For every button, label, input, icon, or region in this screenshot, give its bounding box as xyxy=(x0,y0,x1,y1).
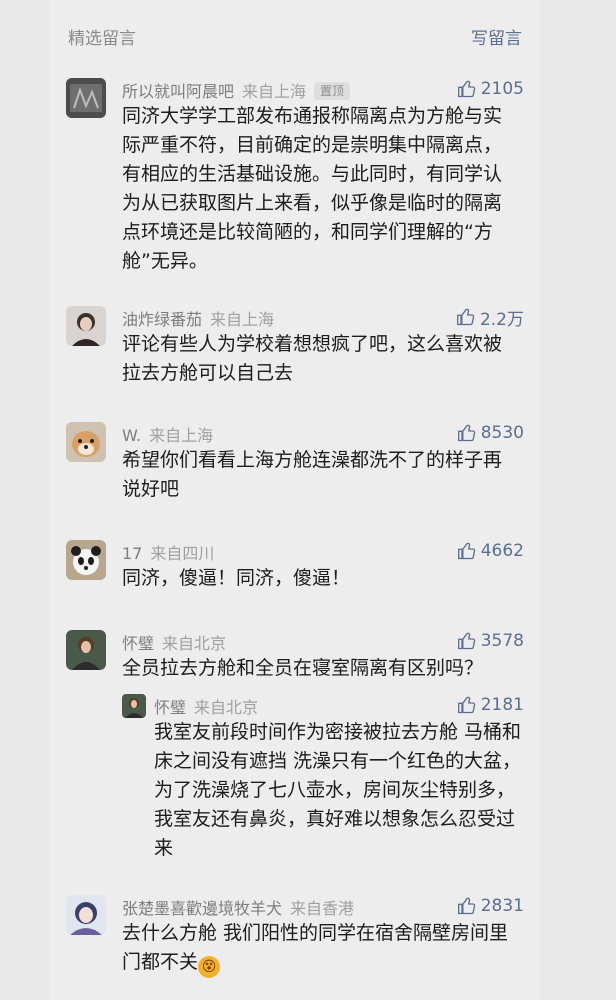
avatar[interactable] xyxy=(66,422,106,462)
person-avatar-icon xyxy=(122,694,146,718)
thumbs-up-icon xyxy=(457,424,475,442)
thumbs-up-icon xyxy=(457,80,475,98)
comment-author[interactable]: 怀璧 xyxy=(122,634,154,653)
comment-author[interactable]: 张楚墨喜歡邊境牧羊犬 xyxy=(122,899,282,918)
like-count: 2831 xyxy=(480,896,524,916)
comments-header: 精选留言 写留言 xyxy=(68,24,522,50)
avatar[interactable] xyxy=(66,630,106,670)
reply-author[interactable]: 怀璧 xyxy=(154,698,186,717)
comment-text: 去什么方舱 我们阳性的同学在宿舍隔壁房间里门都不关 😵 xyxy=(122,919,516,978)
anime-avatar-icon xyxy=(66,895,106,935)
dizzy-face-emoji-icon: 😵 xyxy=(198,956,221,978)
like-count: 2.2万 xyxy=(479,309,524,330)
like-button[interactable]: 3578 xyxy=(457,630,524,652)
comment-text: 评论有些人为学校着想想疯了吧，这么喜欢被拉去方舱可以自己去 xyxy=(122,333,503,384)
comment-text: 同济，傻逼！同济，傻逼！ xyxy=(122,567,351,589)
avatar-image-icon xyxy=(66,78,106,118)
thumbs-up-icon xyxy=(457,542,475,560)
panda-avatar-icon xyxy=(66,540,106,580)
comment-location: 来自香港 xyxy=(290,899,355,918)
like-count: 8530 xyxy=(480,423,524,443)
comment-location: 来自上海 xyxy=(242,82,307,101)
comment-item: 所以就叫阿晨吧 来自上海 置顶 2105 同济大学学工部发布通报称隔离点为方舱与实际… xyxy=(66,78,524,278)
comment-author[interactable]: 所以就叫阿晨吧 xyxy=(122,82,234,101)
comment-item: 油炸绿番茄 来自上海 2.2万 评论有些人为学校着想想疯了吧，这么喜欢被拉去方舱可… xyxy=(66,306,524,396)
like-button[interactable]: 2181 xyxy=(457,694,524,716)
featured-comments-title: 精选留言 xyxy=(68,29,136,49)
comment-item: 17 来自四川 4662 同济，傻逼！同济，傻逼！ xyxy=(66,540,524,600)
like-button[interactable]: 2.2万 xyxy=(456,306,524,330)
avatar[interactable] xyxy=(66,540,106,580)
avatar[interactable] xyxy=(122,694,146,718)
avatar[interactable] xyxy=(66,306,106,346)
reply-item: 怀璧 来自北京 2181 我室友前段时间作为密接被拉去方舱 马桶和床之间没有遮挡 … xyxy=(122,694,524,864)
comment-item: W. 来自上海 8530 希望你们看看上海方舱连澡都洗不了的样子再说好吧 xyxy=(66,422,524,512)
reply-location: 来自北京 xyxy=(194,698,259,717)
dog-avatar-icon xyxy=(66,422,106,462)
comment-author[interactable]: 17 xyxy=(122,544,142,563)
thumbs-up-icon xyxy=(457,897,475,915)
like-button[interactable]: 2831 xyxy=(457,895,524,917)
like-count: 4662 xyxy=(480,541,524,561)
comment-author[interactable]: W. xyxy=(122,426,141,445)
comment-location: 来自上海 xyxy=(210,310,275,329)
person-avatar-icon xyxy=(66,630,106,670)
comment-text: 希望你们看看上海方舱连澡都洗不了的样子再说好吧 xyxy=(122,449,503,500)
comment-text: 同济大学学工部发布通报称隔离点为方舱与实际严重不符，目前确定的是崇明集中隔离点，… xyxy=(122,105,503,272)
comments-panel: 精选留言 写留言 所以就叫阿晨吧 来自上海 置顶 2105 同济大学学工部发布通报称… xyxy=(50,0,540,1000)
comment-item: 怀璧 来自北京 3578 全员拉去方舱和全员在寝室隔离有区别吗？ xyxy=(66,630,524,690)
like-button[interactable]: 2105 xyxy=(457,78,524,100)
avatar[interactable] xyxy=(66,895,106,935)
comment-location: 来自北京 xyxy=(162,634,227,653)
like-count: 2181 xyxy=(480,695,524,715)
thumbs-up-icon xyxy=(457,696,475,714)
comment-item: 张楚墨喜歡邊境牧羊犬 来自香港 2831 去什么方舱 我们阳性的同学在宿舍隔壁房间… xyxy=(66,895,524,985)
comment-location: 来自上海 xyxy=(149,426,214,445)
thumbs-up-icon xyxy=(456,308,475,326)
thumbs-up-icon xyxy=(457,632,475,650)
like-button[interactable]: 4662 xyxy=(457,540,524,562)
avatar-image-icon xyxy=(66,306,106,346)
avatar[interactable] xyxy=(66,78,106,118)
write-comment-link[interactable]: 写留言 xyxy=(471,24,522,49)
like-count: 2105 xyxy=(480,79,524,99)
comment-location: 来自四川 xyxy=(150,544,215,563)
like-button[interactable]: 8530 xyxy=(457,422,524,444)
like-count: 3578 xyxy=(480,631,524,651)
reply-text: 我室友前段时间作为密接被拉去方舱 马桶和床之间没有遮挡 洗澡只有一个红色的大盆，… xyxy=(154,721,522,859)
comment-text-body: 去什么方舱 我们阳性的同学在宿舍隔壁房间里门都不关 xyxy=(122,922,509,973)
comment-author[interactable]: 油炸绿番茄 xyxy=(122,310,202,329)
pinned-badge: 置顶 xyxy=(314,82,351,100)
comment-text: 全员拉去方舱和全员在寝室隔离有区别吗？ xyxy=(122,657,484,679)
